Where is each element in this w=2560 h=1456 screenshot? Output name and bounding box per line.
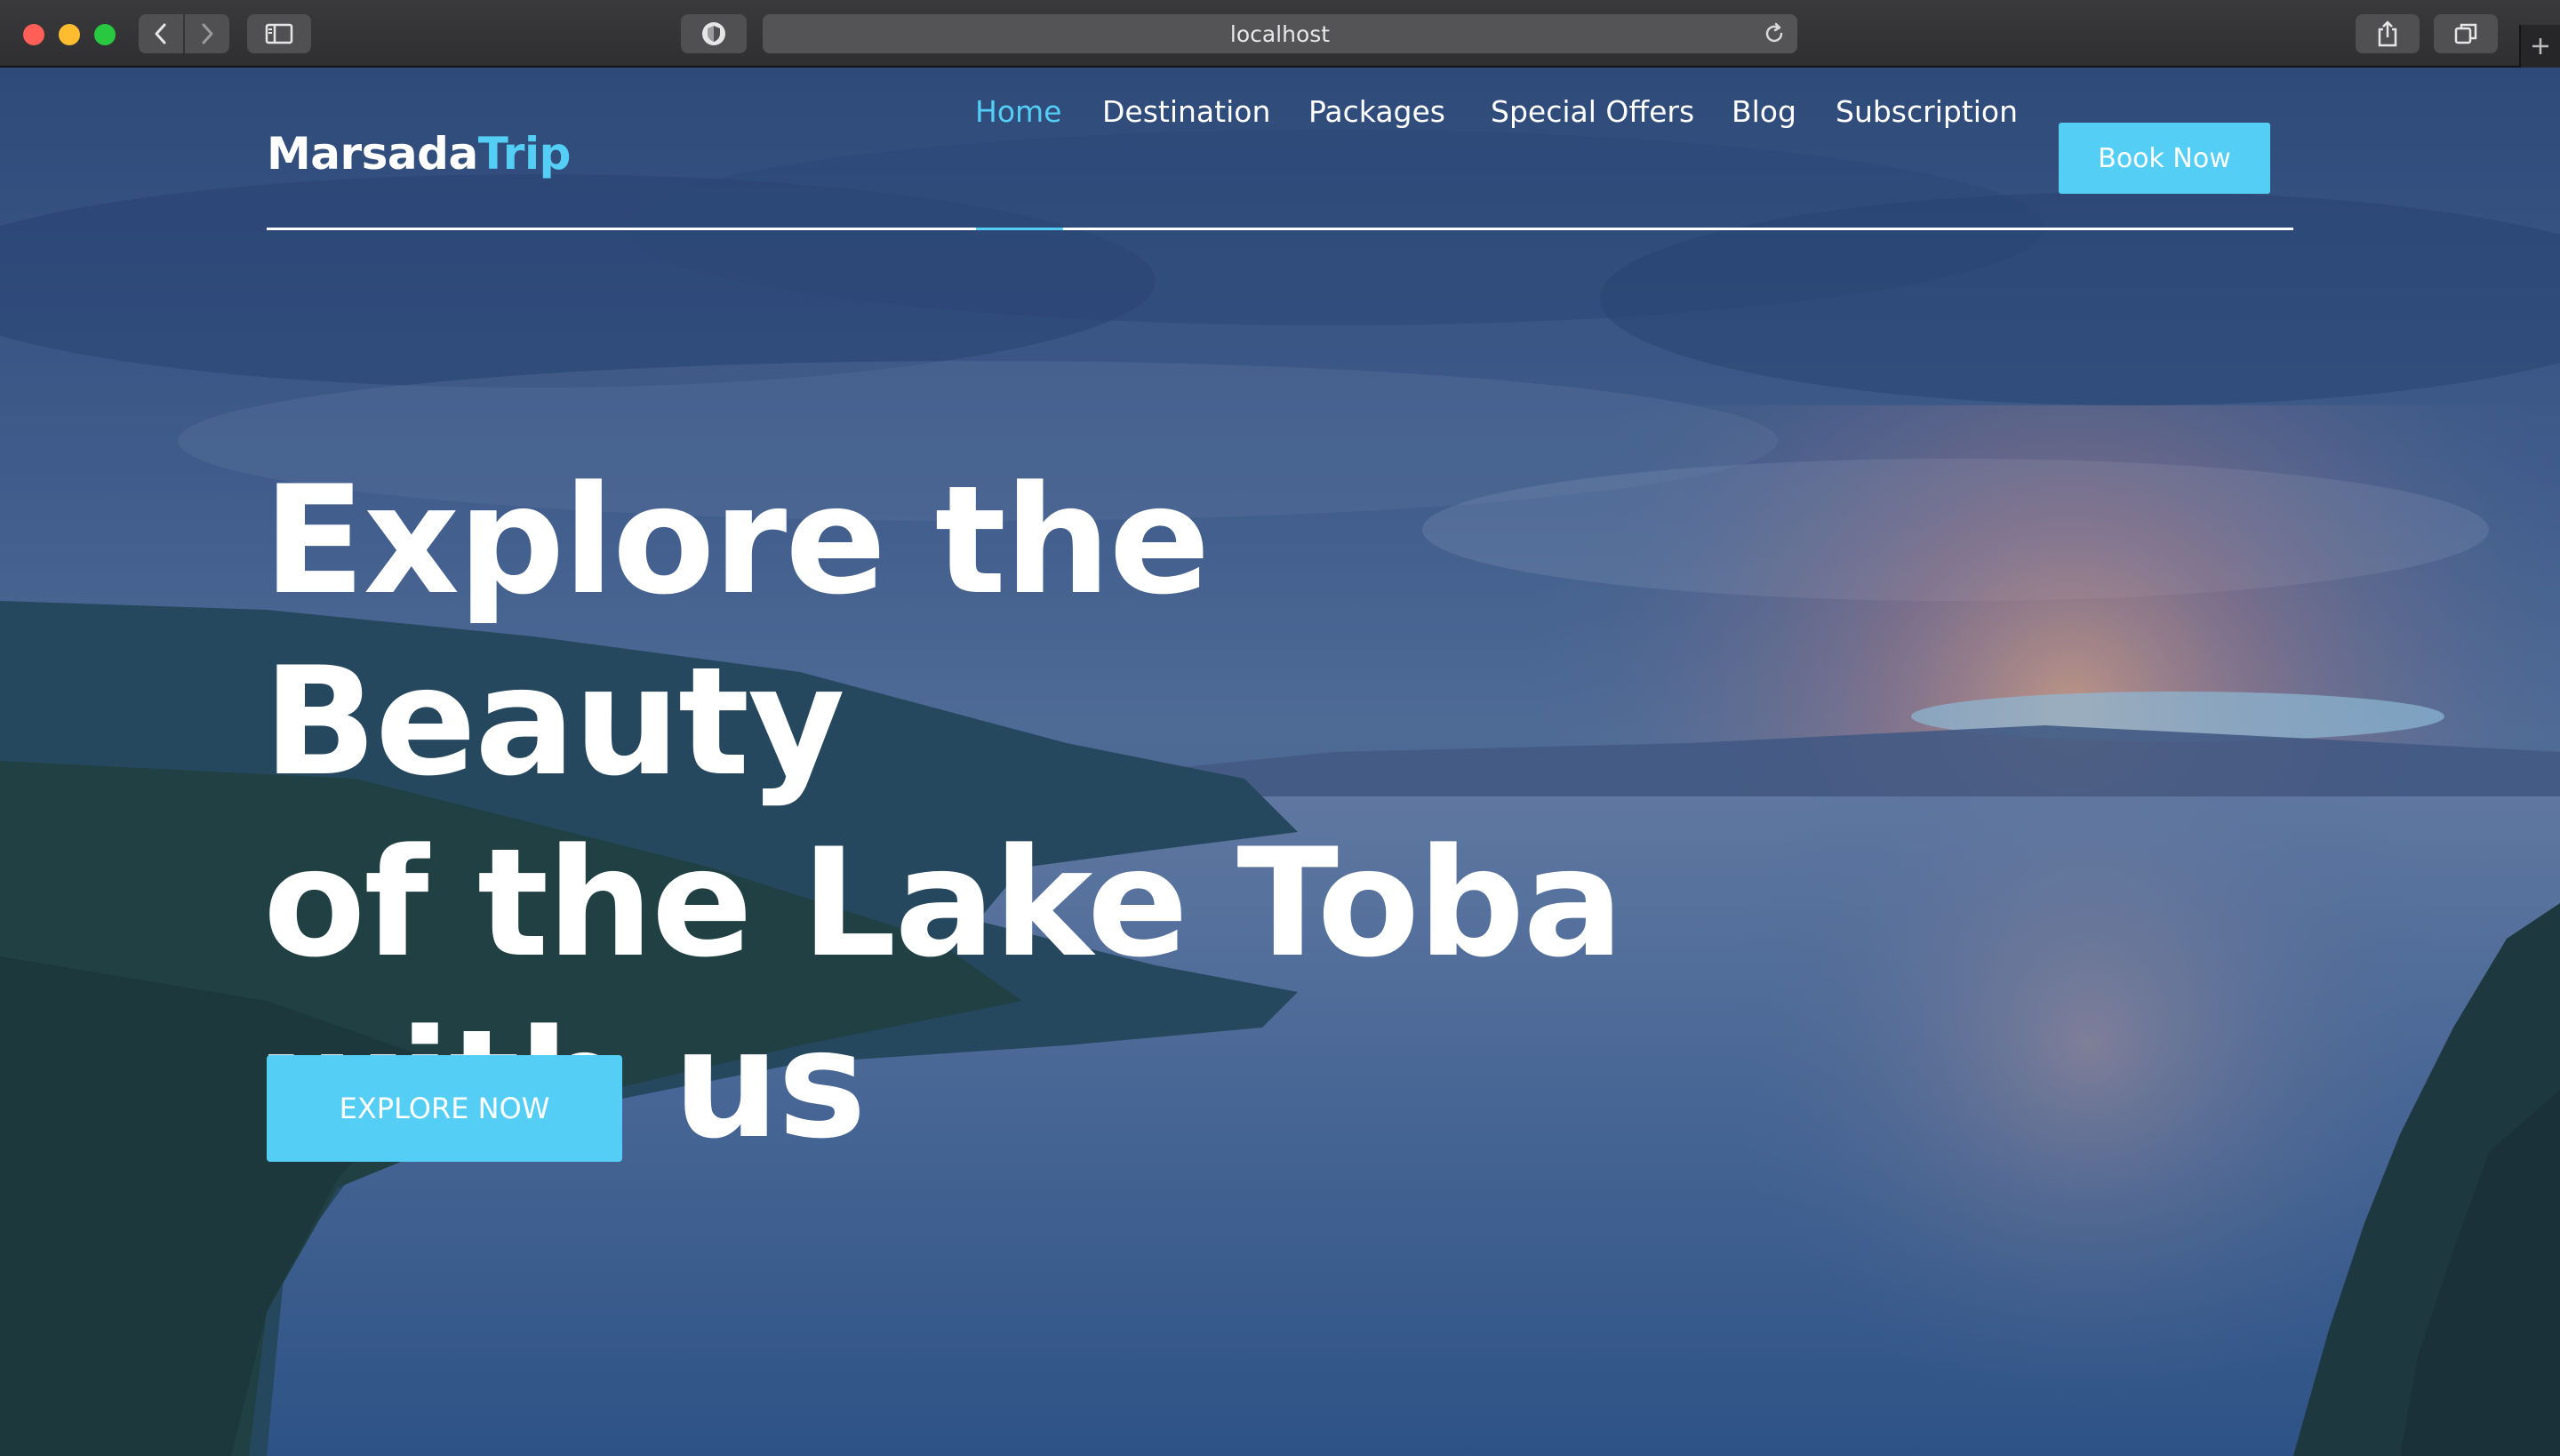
reload-button[interactable] bbox=[1762, 21, 1787, 52]
logo-main-text: Marsada bbox=[267, 128, 478, 180]
web-page: MarsadaTrip Home Destination Packages Sp… bbox=[0, 68, 2560, 1456]
hero-title-line-1: Explore the Beauty bbox=[263, 453, 1211, 809]
logo-accent-text: Trip bbox=[477, 128, 572, 180]
navbar-divider bbox=[267, 228, 2293, 230]
privacy-report-button[interactable] bbox=[681, 14, 747, 53]
chevron-left-icon bbox=[155, 23, 166, 44]
explore-now-button[interactable]: EXPLORE NOW bbox=[267, 1055, 622, 1162]
maximize-window-button[interactable] bbox=[94, 24, 116, 45]
sidebar-icon bbox=[265, 23, 293, 44]
share-button[interactable] bbox=[2356, 14, 2420, 53]
nav-link-packages[interactable]: Packages bbox=[1308, 94, 1445, 129]
address-bar[interactable]: localhost bbox=[763, 14, 1797, 53]
nav-active-indicator bbox=[976, 228, 1063, 230]
new-tab-button[interactable] bbox=[2519, 25, 2560, 68]
browser-window: localhost MarsadaTrip Home Destination P… bbox=[0, 0, 2560, 1456]
tabs-overview-icon bbox=[2454, 23, 2477, 44]
minimize-window-button[interactable] bbox=[59, 24, 80, 45]
nav-link-subscription[interactable]: Subscription bbox=[1836, 94, 2018, 129]
nav-link-special-offers[interactable]: Special Offers bbox=[1491, 94, 1694, 129]
forward-button[interactable] bbox=[185, 14, 229, 53]
browser-toolbar: localhost bbox=[0, 0, 2560, 68]
shield-icon bbox=[702, 22, 725, 45]
back-button[interactable] bbox=[139, 14, 183, 53]
close-window-button[interactable] bbox=[23, 24, 44, 45]
site-navbar: MarsadaTrip Home Destination Packages Sp… bbox=[267, 94, 2293, 230]
share-icon bbox=[2378, 20, 2397, 47]
nav-link-home[interactable]: Home bbox=[975, 94, 1061, 129]
plus-icon bbox=[2532, 38, 2548, 54]
chevron-right-icon bbox=[202, 23, 213, 44]
tab-overview-button[interactable] bbox=[2434, 14, 2498, 53]
hero-title-line-2: of the Lake Toba bbox=[263, 816, 1624, 990]
sidebar-toggle-button[interactable] bbox=[247, 14, 311, 53]
url-text: localhost bbox=[1229, 20, 1331, 47]
book-now-button[interactable]: Book Now bbox=[2059, 123, 2270, 194]
reload-icon bbox=[1765, 22, 1783, 43]
site-logo[interactable]: MarsadaTrip bbox=[267, 128, 571, 180]
nav-link-destination[interactable]: Destination bbox=[1102, 94, 1270, 129]
nav-link-blog[interactable]: Blog bbox=[1732, 94, 1796, 129]
